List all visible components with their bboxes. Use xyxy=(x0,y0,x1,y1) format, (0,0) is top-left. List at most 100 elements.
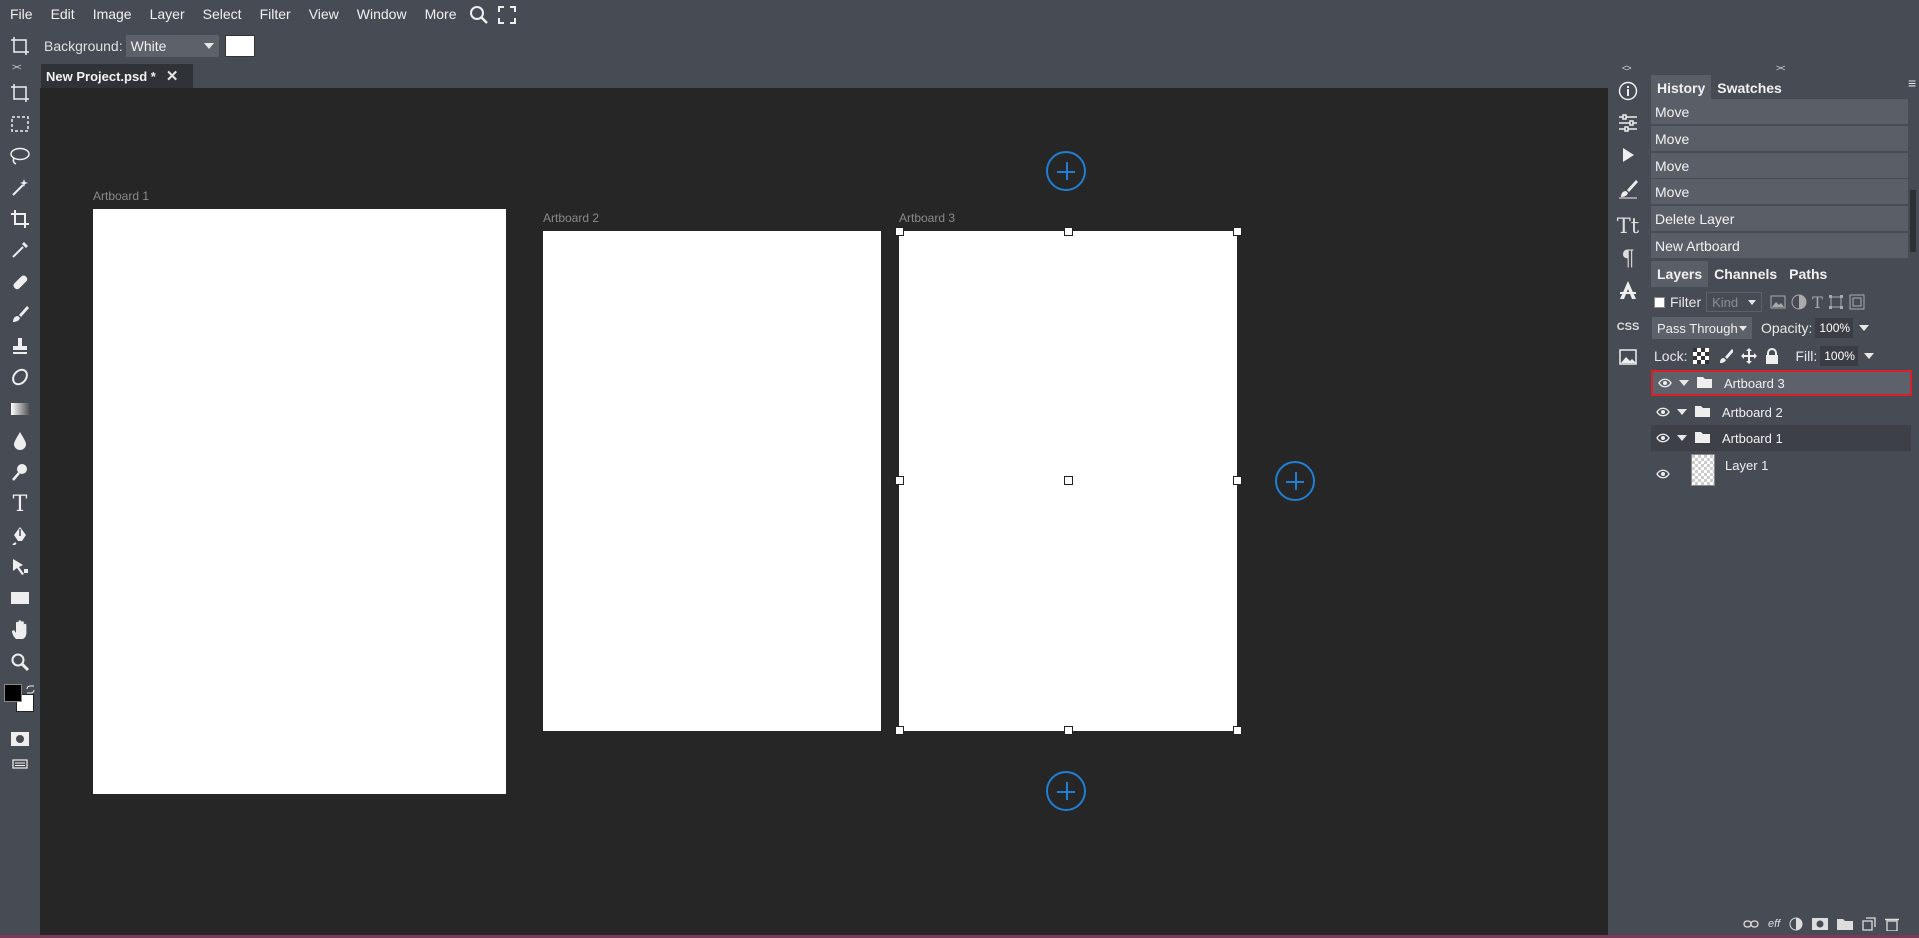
artboard-2[interactable] xyxy=(543,231,881,731)
menu-select[interactable]: Select xyxy=(194,0,251,29)
filter-checkbox[interactable] xyxy=(1654,296,1665,308)
history-item[interactable]: Move xyxy=(1651,179,1908,205)
close-icon[interactable]: ✕ xyxy=(166,67,179,85)
info-icon[interactable] xyxy=(1613,76,1643,106)
collapse-toggle-icon[interactable]: >< xyxy=(12,62,21,72)
transform-handle[interactable] xyxy=(895,476,904,485)
expand-toggle-icon[interactable]: <> xyxy=(1622,63,1631,73)
pen-tool-icon[interactable] xyxy=(6,521,34,549)
crop-tool-icon[interactable] xyxy=(6,205,34,233)
eyedropper-tool-icon[interactable] xyxy=(6,236,34,264)
healing-brush-tool-icon[interactable] xyxy=(6,268,34,296)
artboard-1[interactable] xyxy=(93,209,506,794)
fullscreen-icon[interactable] xyxy=(493,0,521,29)
transform-handle[interactable] xyxy=(1064,726,1073,735)
layer-row-layer-1[interactable]: Layer 1 xyxy=(1651,452,1911,488)
character-panel-icon[interactable]: Tt xyxy=(1613,211,1643,241)
kind-select[interactable]: Kind xyxy=(1706,292,1763,312)
lock-all-icon[interactable] xyxy=(1765,348,1779,364)
collapse-toggle-icon[interactable]: >< xyxy=(1776,63,1785,73)
opacity-input[interactable]: 100% xyxy=(1815,318,1854,338)
history-item[interactable]: Move xyxy=(1651,153,1908,179)
trash-icon[interactable] xyxy=(1885,917,1900,931)
layer-row-artboard-1[interactable]: Artboard 1 xyxy=(1651,425,1911,451)
menu-window[interactable]: Window xyxy=(348,0,416,29)
glyphs-icon[interactable] xyxy=(1613,275,1643,305)
menu-more[interactable]: More xyxy=(416,0,466,29)
add-artboard-bottom-button[interactable] xyxy=(1046,771,1086,811)
foreground-color-swatch[interactable] xyxy=(4,684,22,702)
css-panel-icon[interactable]: CSS xyxy=(1613,312,1643,342)
mask-icon[interactable] xyxy=(1812,918,1829,930)
tab-layers[interactable]: Layers xyxy=(1651,261,1709,287)
brush-settings-icon[interactable] xyxy=(1613,174,1643,204)
visibility-eye-icon[interactable] xyxy=(1651,407,1675,417)
add-artboard-top-button[interactable] xyxy=(1046,151,1086,191)
expand-triangle-icon[interactable] xyxy=(1677,435,1687,441)
play-actions-icon[interactable] xyxy=(1613,140,1643,170)
menu-filter[interactable]: Filter xyxy=(251,0,300,29)
opacity-dropdown-icon[interactable] xyxy=(1859,325,1870,331)
history-item[interactable]: Move xyxy=(1651,99,1908,125)
image-panel-icon[interactable] xyxy=(1613,342,1643,372)
tab-paths[interactable]: Paths xyxy=(1783,261,1833,287)
history-item[interactable]: Delete Layer xyxy=(1651,206,1908,232)
clone-stamp-tool-icon[interactable] xyxy=(6,332,34,360)
folder-icon[interactable] xyxy=(1837,918,1854,930)
magic-wand-tool-icon[interactable] xyxy=(6,173,34,201)
blur-tool-icon[interactable] xyxy=(6,426,34,454)
document-tab[interactable]: New Project.psd * ✕ xyxy=(41,64,193,88)
effects-icon[interactable]: eff xyxy=(1768,918,1780,930)
fill-dropdown-icon[interactable] xyxy=(1864,353,1875,359)
new-layer-icon[interactable] xyxy=(1862,917,1876,931)
layer-row-artboard-3[interactable]: Artboard 3 xyxy=(1651,370,1912,396)
transform-handle[interactable] xyxy=(895,227,904,236)
history-item[interactable]: Move xyxy=(1651,126,1908,152)
history-scrollbar[interactable] xyxy=(1910,190,1916,252)
background-select[interactable]: White xyxy=(125,34,219,57)
screen-mode-icon[interactable] xyxy=(6,750,34,778)
eraser-tool-icon[interactable] xyxy=(6,363,34,391)
panel-menu-icon[interactable]: ≡ xyxy=(1908,75,1916,91)
link-icon[interactable] xyxy=(1743,919,1759,929)
transform-handle[interactable] xyxy=(1064,227,1073,236)
adjustment-icon[interactable] xyxy=(1789,917,1803,931)
search-icon[interactable] xyxy=(465,0,493,29)
lock-pixels-icon[interactable] xyxy=(1717,348,1734,364)
quick-mask-icon[interactable] xyxy=(6,725,34,753)
artboard-tool-icon[interactable] xyxy=(6,79,34,107)
path-select-tool-icon[interactable] xyxy=(6,553,34,581)
artboard-2-label[interactable]: Artboard 2 xyxy=(543,211,599,225)
canvas-area[interactable]: Artboard 1 Artboard 2 Artboard 3 xyxy=(40,88,1608,935)
menu-image[interactable]: Image xyxy=(84,0,141,29)
transform-handle[interactable] xyxy=(1064,476,1073,485)
type-tool-icon[interactable]: T xyxy=(6,490,34,518)
visibility-eye-icon[interactable] xyxy=(1653,378,1677,388)
transform-handle[interactable] xyxy=(1233,476,1242,485)
expand-triangle-icon[interactable] xyxy=(1679,380,1689,386)
menu-file[interactable]: File xyxy=(0,0,42,29)
tab-channels[interactable]: Channels xyxy=(1708,261,1783,287)
transform-handle[interactable] xyxy=(1233,227,1242,236)
transform-handle[interactable] xyxy=(1233,726,1242,735)
background-color-swatch[interactable] xyxy=(224,34,255,57)
zoom-tool-icon[interactable] xyxy=(6,648,34,676)
expand-triangle-icon[interactable] xyxy=(1677,409,1687,415)
paragraph-panel-icon[interactable]: ¶ xyxy=(1613,243,1643,273)
adjustments-icon[interactable] xyxy=(1613,108,1643,138)
tab-history[interactable]: History xyxy=(1651,75,1712,101)
blend-mode-select[interactable]: Pass Through xyxy=(1652,317,1752,339)
tab-swatches[interactable]: Swatches xyxy=(1711,75,1788,101)
dodge-tool-icon[interactable] xyxy=(6,458,34,486)
shape-tool-icon[interactable] xyxy=(6,584,34,612)
gradient-tool-icon[interactable] xyxy=(6,395,34,423)
brush-tool-icon[interactable] xyxy=(6,300,34,328)
lock-transparency-icon[interactable] xyxy=(1693,348,1710,364)
transform-handle[interactable] xyxy=(895,726,904,735)
menu-view[interactable]: View xyxy=(300,0,348,29)
add-artboard-right-button[interactable] xyxy=(1275,461,1315,501)
swap-colors-icon[interactable] xyxy=(26,682,35,694)
artboard-3-label[interactable]: Artboard 3 xyxy=(899,211,955,225)
color-swatches[interactable] xyxy=(4,682,36,716)
artboard-1-label[interactable]: Artboard 1 xyxy=(93,189,149,203)
